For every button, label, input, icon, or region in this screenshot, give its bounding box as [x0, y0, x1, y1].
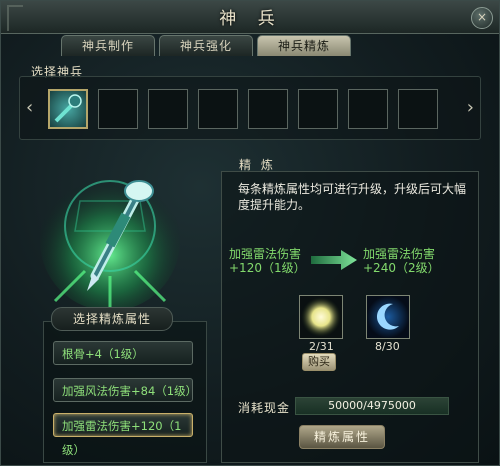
cost-value: 50000/4975000 [328, 399, 416, 412]
weapon-preview [35, 161, 185, 311]
buy-button[interactable]: 购买 [302, 353, 336, 371]
weapon-hammer-icon [40, 171, 180, 311]
tab-weapon-refine[interactable]: 神兵精炼 [257, 35, 351, 56]
weapon-slot-8[interactable] [398, 89, 438, 129]
scroll-left-icon[interactable]: ‹ [26, 97, 33, 118]
material-count-2: 8/30 [375, 340, 400, 353]
weapon-slot-1[interactable] [48, 89, 88, 129]
attribute-heading: 选择精炼属性 [51, 307, 173, 331]
weapon-slot-5[interactable] [248, 89, 288, 129]
weapon-slot-2[interactable] [98, 89, 138, 129]
refine-panel [221, 171, 479, 463]
scroll-right-icon[interactable]: › [467, 97, 474, 118]
crescent-moon-icon [367, 296, 409, 338]
tab-weapon-enhance[interactable]: 神兵强化 [159, 35, 253, 56]
material-slot-1[interactable] [299, 295, 343, 339]
attribute-option-2[interactable]: 加强风法伤害+84（1级） [53, 378, 197, 402]
sun-orb-icon [301, 297, 341, 337]
refine-heading: 精 炼 [239, 158, 276, 172]
weapon-thumbnail-icon [54, 94, 82, 123]
upgrade-arrow-icon [311, 250, 357, 270]
refine-window: 神 兵 × 神兵制作 神兵强化 神兵精炼 选择神兵 ‹ › 精 炼 每条精炼属性… [0, 0, 500, 466]
tab-weapon-make[interactable]: 神兵制作 [61, 35, 155, 56]
material-count-1: 2/31 [309, 340, 334, 353]
weapon-slot-6[interactable] [298, 89, 338, 129]
refine-description: 每条精炼属性均可进行升级，升级后可大幅度提升能力。 [238, 182, 467, 212]
tab-bar: 神兵制作 神兵强化 神兵精炼 [61, 35, 351, 57]
current-attr-value: +120（1级） [229, 261, 306, 275]
material-slot-2[interactable] [366, 295, 410, 339]
weapon-slot-7[interactable] [348, 89, 388, 129]
weapon-slot-4[interactable] [198, 89, 238, 129]
cost-label: 消耗现金 [238, 401, 291, 415]
cost-bar: 50000/4975000 [295, 397, 449, 415]
attribute-option-1[interactable]: 根骨+4（1级） [53, 341, 193, 365]
close-icon[interactable]: × [471, 7, 493, 29]
next-attr-value: +240（2级） [363, 261, 440, 275]
title-bar: 神 兵 × [1, 1, 499, 34]
weapon-select-panel: ‹ › [19, 76, 481, 140]
refine-attribute-button[interactable]: 精炼属性 [299, 425, 385, 449]
attribute-option-3[interactable]: 加强雷法伤害+120（1级） [53, 413, 193, 457]
window-title: 神 兵 [219, 9, 283, 29]
weapon-slot-3[interactable] [148, 89, 188, 129]
